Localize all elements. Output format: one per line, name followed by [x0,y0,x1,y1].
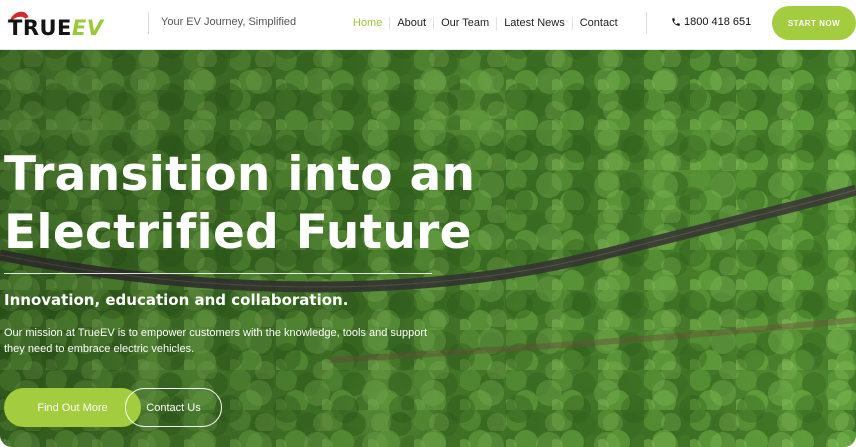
phone-divider [646,12,647,34]
phone-link[interactable]: 1800 418 651 [671,16,751,28]
hero-description: Our mission at TrueEV is to empower cust… [4,327,428,355]
phone-number: 1800 418 651 [684,16,752,28]
nav-our-team[interactable]: Our Team [434,16,498,30]
hero-section: Transition into an Electrified Future In… [0,50,856,447]
hero-title-line-2: Electrified Future [4,205,472,260]
nav-contact[interactable]: Contact [573,17,625,30]
logo-link[interactable]: TRUEEV [4,8,126,40]
tagline: Your EV Journey, Simplified [161,16,297,28]
hero-divider [4,273,432,274]
start-now-button[interactable]: START NOW [772,6,856,40]
phone-icon [672,18,680,26]
find-out-more-button[interactable]: Find Out More [4,388,141,427]
nav-about[interactable]: About [390,16,435,30]
hero-subtitle: Innovation, education and collaboration. [4,291,349,309]
header-divider [148,12,149,34]
hero-title: Transition into an Electrified Future [4,146,524,262]
nav-home[interactable]: Home [346,16,391,30]
logo-wordmark: TRUEEV [8,16,104,40]
main-nav: Home About Our Team Latest News Contact [346,16,625,30]
hero-title-line-1: Transition into an [4,147,476,202]
site-header: TRUEEV Your EV Journey, Simplified Home … [0,0,856,50]
nav-latest-news[interactable]: Latest News [497,16,573,30]
contact-us-button[interactable]: Contact Us [125,388,222,427]
